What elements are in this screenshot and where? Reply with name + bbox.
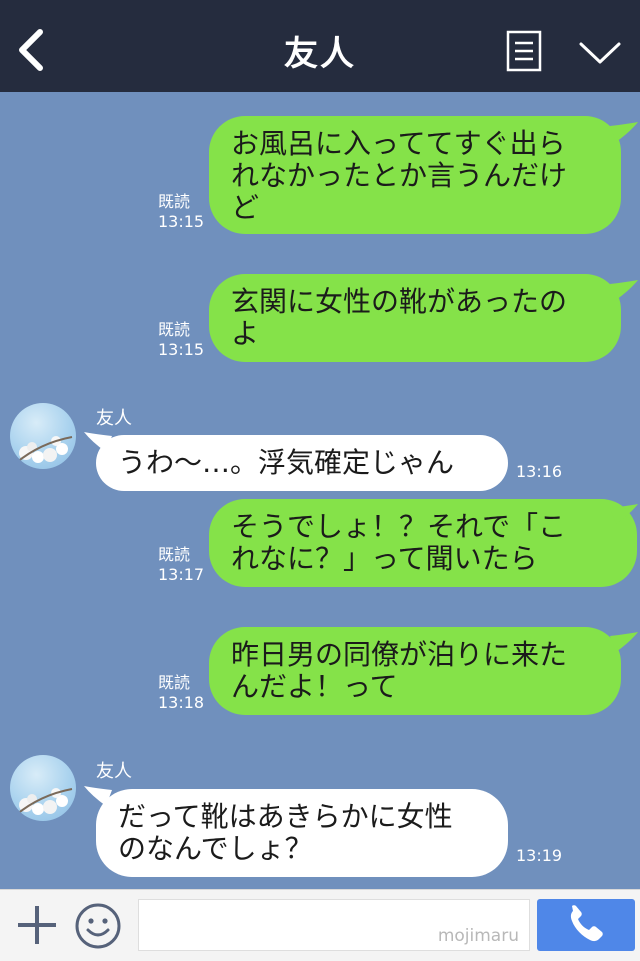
avatar[interactable]: [10, 755, 76, 821]
chat-header: 友人: [0, 0, 640, 92]
list-icon: [506, 30, 542, 72]
collapse-button[interactable]: [578, 38, 622, 68]
message-input[interactable]: mojimaru: [138, 899, 530, 951]
read-receipt: 既読: [158, 673, 191, 692]
menu-button[interactable]: [506, 30, 542, 72]
chat-area[interactable]: 既読 13:15 お風呂に入っててすぐ出ら れなかったとか言うんだけ ど 既読 …: [0, 92, 640, 889]
message-time: 13:19: [516, 846, 563, 865]
received-message-bubble[interactable]: うわ〜…。浮気確定じゃん: [96, 435, 508, 491]
bubble-tail: [610, 632, 638, 652]
read-receipt: 既読: [158, 545, 191, 564]
message-meta: 既読 13:17: [158, 545, 204, 585]
sent-message-bubble[interactable]: 玄関に女性の靴があったの よ: [209, 274, 621, 362]
sent-message-bubble[interactable]: そうでしょ！？それで「こ れなに？」って聞いたら: [209, 499, 637, 587]
sender-name: 友人: [96, 761, 132, 782]
bubble-tail: [610, 122, 638, 142]
bubble-tail: [610, 504, 638, 524]
sent-message-bubble[interactable]: お風呂に入っててすぐ出ら れなかったとか言うんだけ ど: [209, 116, 621, 234]
chat-title: 友人: [284, 34, 356, 74]
message-time: 13:17: [158, 565, 205, 584]
message-time: 13:16: [516, 462, 563, 481]
read-receipt: 既読: [158, 192, 191, 211]
message-time: 13:15: [158, 340, 205, 359]
cherry-blossom-avatar-image: [15, 436, 73, 464]
add-attachment-button[interactable]: [16, 904, 58, 946]
received-message-bubble[interactable]: だって靴はあきらかに女性 のなんでしょ？: [96, 789, 508, 877]
cherry-blossom-avatar-image: [15, 788, 73, 816]
bubble-tail: [610, 280, 638, 300]
message-meta: 既読 13:18: [158, 673, 204, 713]
emoji-button[interactable]: [74, 902, 122, 950]
call-button[interactable]: [537, 899, 635, 951]
input-bar: mojimaru: [0, 889, 640, 961]
message-meta: 既読 13:15: [158, 192, 204, 232]
watermark: mojimaru: [437, 926, 519, 946]
smiley-icon: [75, 903, 121, 949]
message-time: 13:15: [158, 212, 205, 231]
plus-icon: [18, 906, 56, 944]
sent-message-bubble[interactable]: 昨日男の同僚が泊りに来た んだよ！って: [209, 627, 621, 715]
message-time: 13:18: [158, 693, 205, 712]
chevron-down-icon: [579, 42, 621, 64]
read-receipt: 既読: [158, 320, 191, 339]
message-meta: 既読 13:15: [158, 320, 204, 360]
sender-name: 友人: [96, 408, 132, 429]
phone-icon: [570, 905, 603, 942]
avatar[interactable]: [10, 403, 76, 469]
